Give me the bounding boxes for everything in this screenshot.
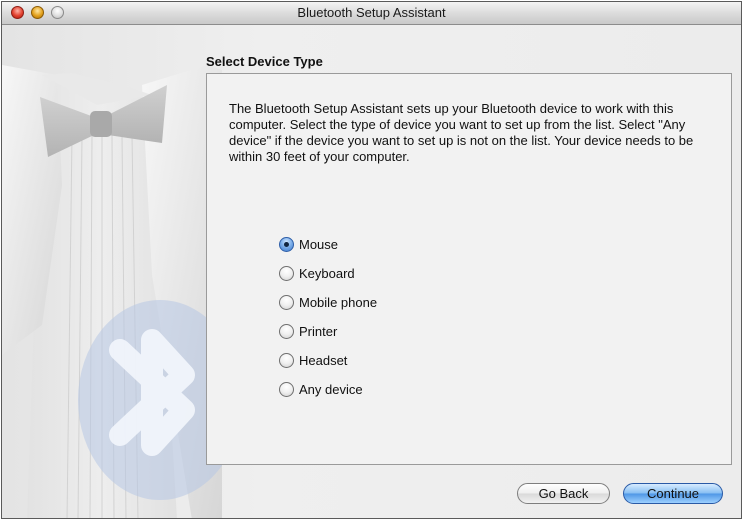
radio-label[interactable]: Keyboard — [299, 266, 355, 281]
continue-button[interactable]: Continue — [623, 483, 723, 504]
radio-button[interactable] — [279, 382, 294, 397]
radio-option-mouse[interactable]: Mouse — [279, 230, 377, 259]
device-type-panel: The Bluetooth Setup Assistant sets up yo… — [206, 73, 732, 465]
title-bar[interactable]: Bluetooth Setup Assistant — [2, 2, 741, 25]
radio-option-mobile-phone[interactable]: Mobile phone — [279, 288, 377, 317]
radio-option-headset[interactable]: Headset — [279, 346, 377, 375]
radio-button[interactable] — [279, 295, 294, 310]
instructions-text: The Bluetooth Setup Assistant sets up yo… — [229, 101, 694, 164]
radio-button[interactable] — [279, 324, 294, 339]
radio-button[interactable] — [279, 237, 294, 252]
radio-label[interactable]: Printer — [299, 324, 337, 339]
radio-label[interactable]: Mobile phone — [299, 295, 377, 310]
radio-option-keyboard[interactable]: Keyboard — [279, 259, 377, 288]
radio-option-printer[interactable]: Printer — [279, 317, 377, 346]
radio-button[interactable] — [279, 353, 294, 368]
radio-button[interactable] — [279, 266, 294, 281]
radio-label[interactable]: Mouse — [299, 237, 338, 252]
setup-assistant-window: Bluetooth Setup Assistant Select Device … — [1, 1, 742, 519]
radio-label[interactable]: Any device — [299, 382, 363, 397]
tuxedo-bluetooth-illustration — [2, 65, 222, 518]
section-title: Select Device Type — [206, 54, 323, 69]
radio-label[interactable]: Headset — [299, 353, 347, 368]
device-type-radio-group: Mouse Keyboard Mobile phone Printer Head… — [279, 230, 377, 404]
go-back-button[interactable]: Go Back — [517, 483, 610, 504]
window-title: Bluetooth Setup Assistant — [297, 5, 446, 20]
assistant-content: Select Device Type The Bluetooth Setup A… — [2, 25, 741, 518]
radio-option-any-device[interactable]: Any device — [279, 375, 377, 404]
